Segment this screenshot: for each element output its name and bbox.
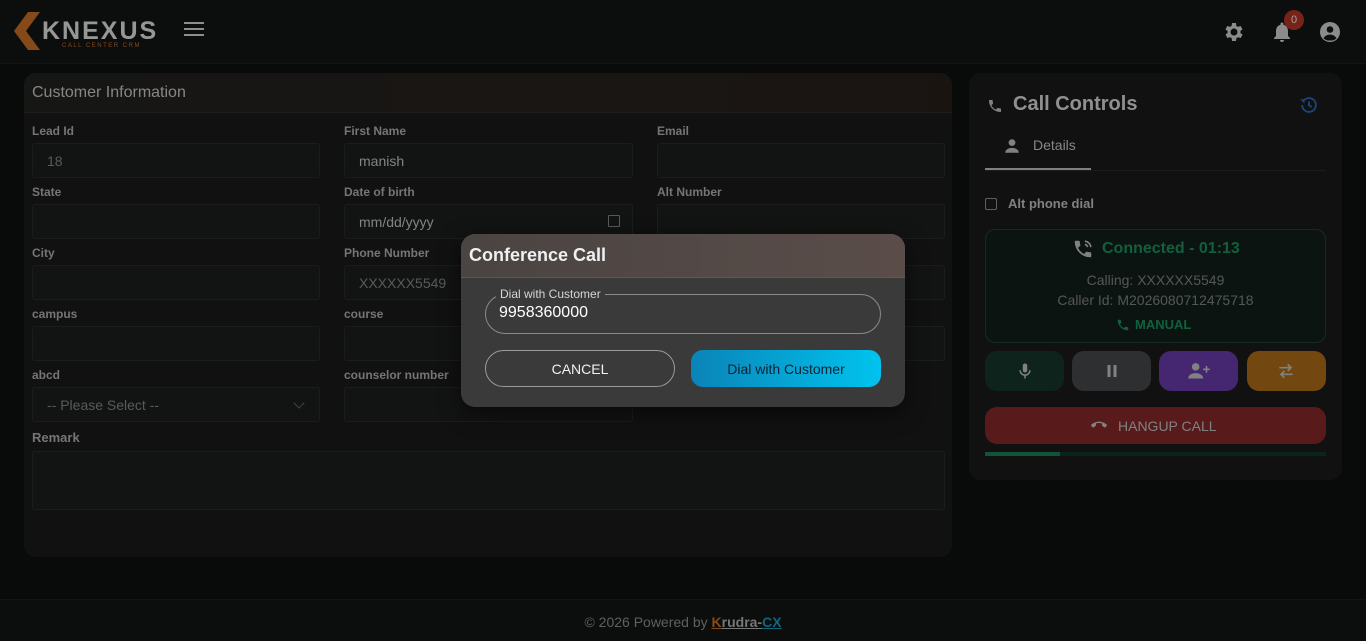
dial-customer-field: Dial with Customer [485,287,881,334]
conference-call-modal: Conference Call Dial with Customer CANCE… [461,234,905,407]
dial-with-customer-button[interactable]: Dial with Customer [691,350,881,387]
dial-customer-input[interactable] [499,304,859,322]
cancel-button[interactable]: CANCEL [485,350,675,387]
modal-title: Conference Call [461,234,905,278]
dial-customer-label: Dial with Customer [496,287,605,301]
